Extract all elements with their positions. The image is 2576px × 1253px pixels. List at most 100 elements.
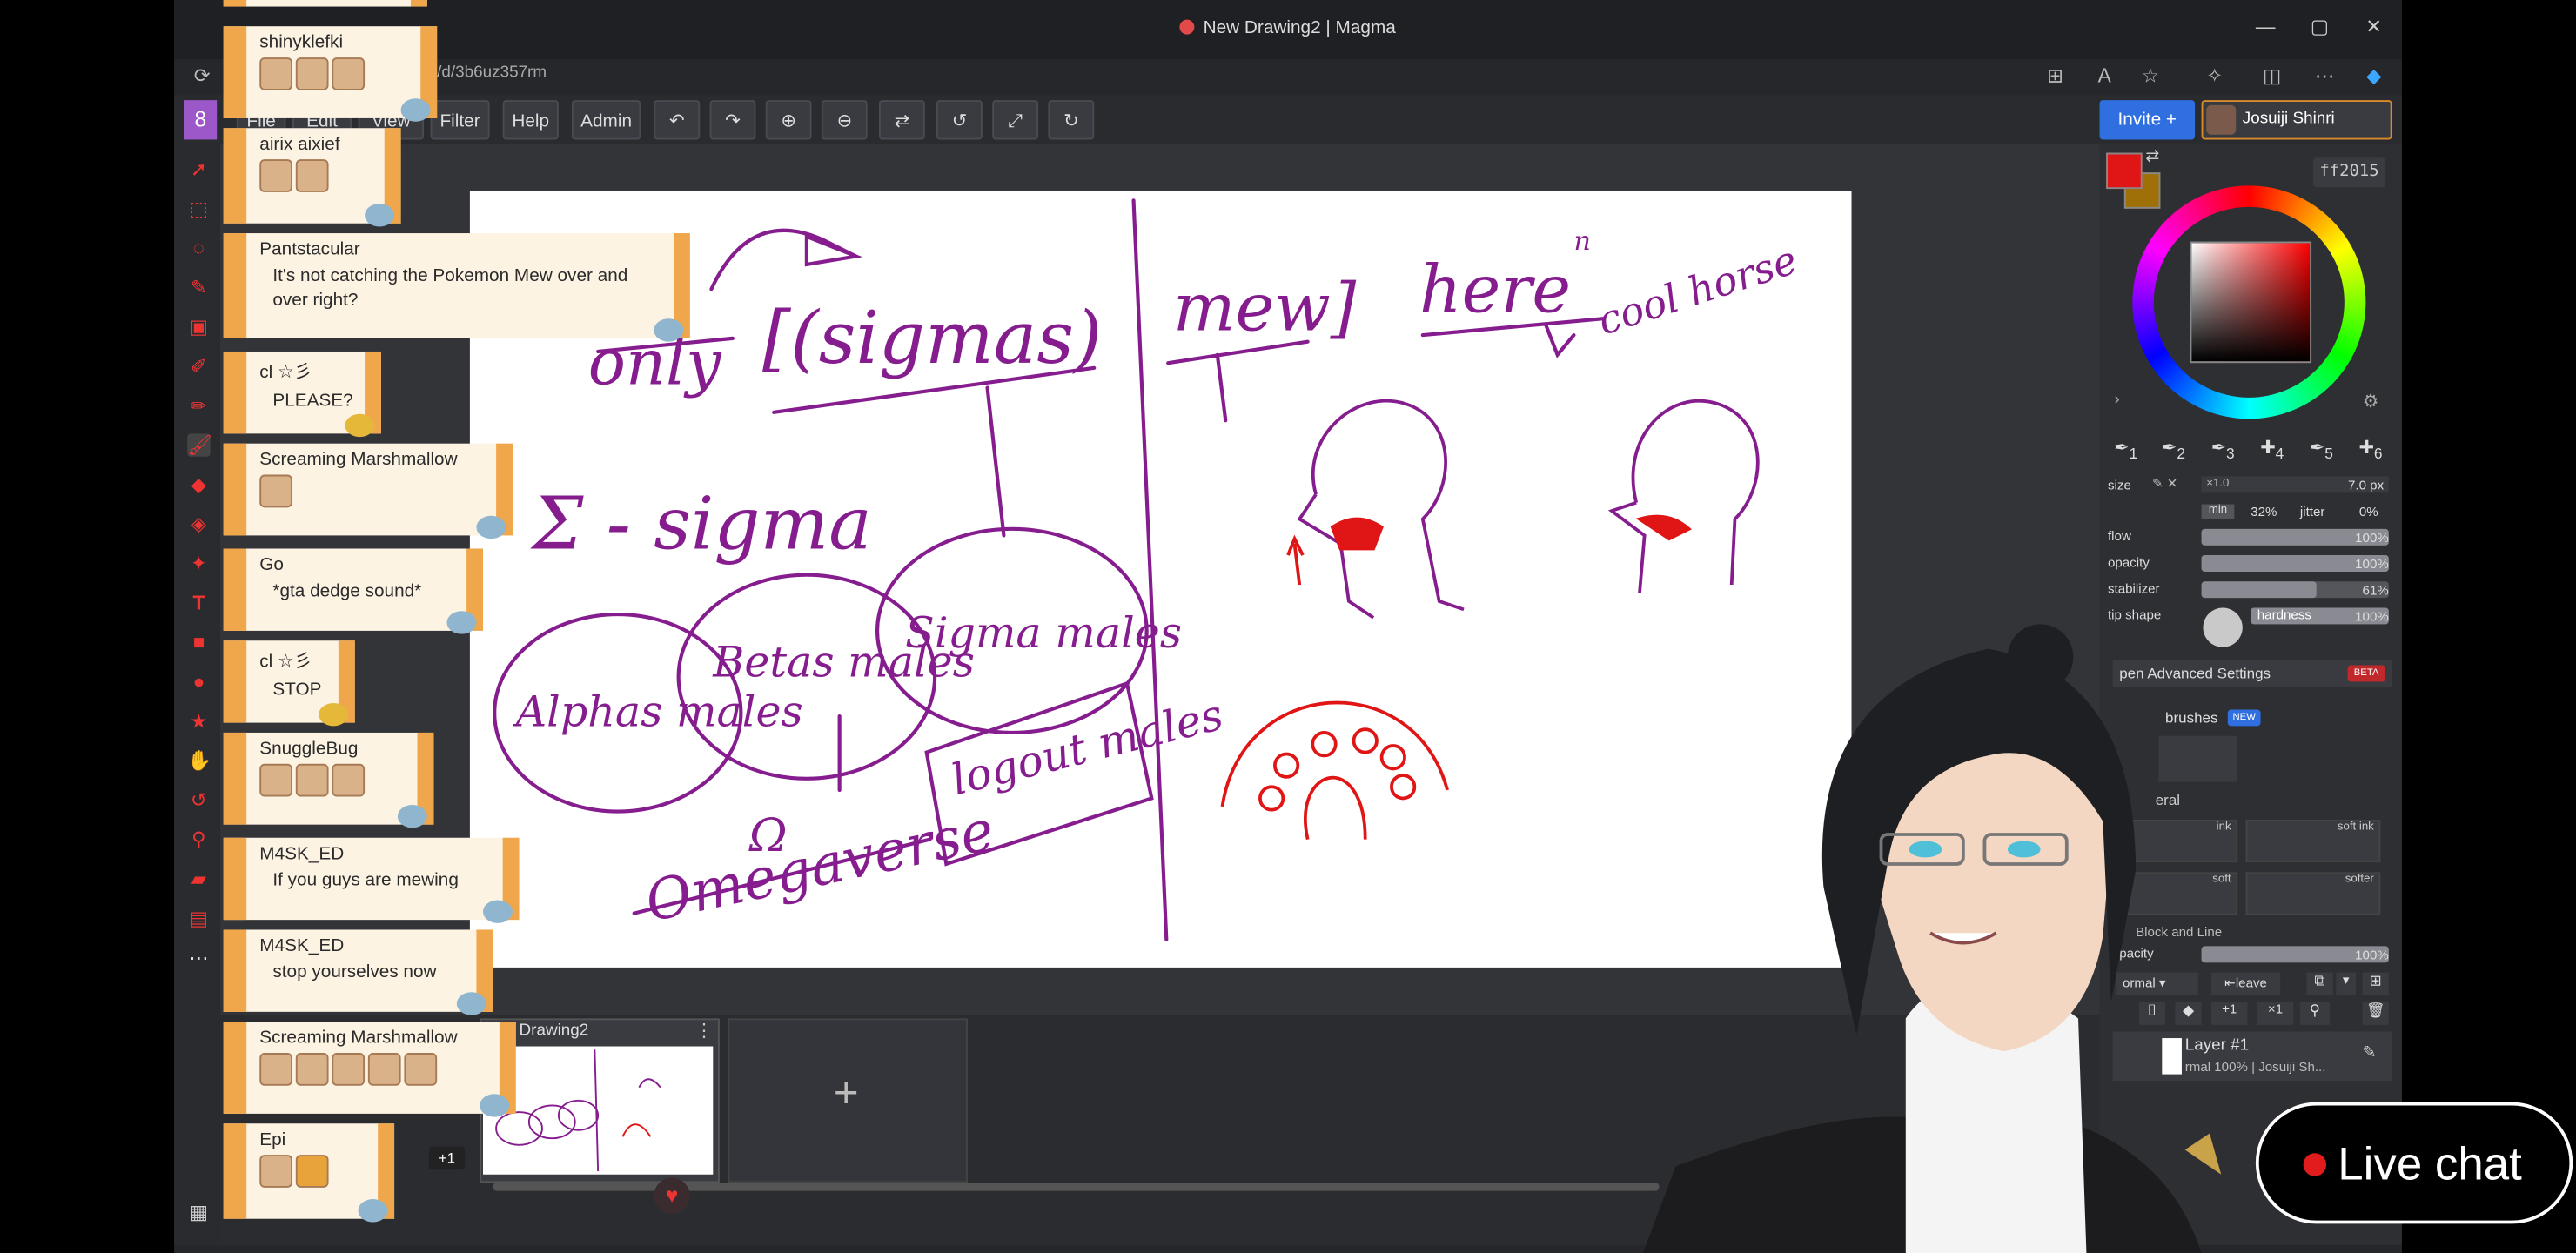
copilot-icon[interactable]: ◆ bbox=[2359, 64, 2389, 87]
pressure-icon[interactable]: ✎ ✕ bbox=[2152, 476, 2178, 491]
badge-icon bbox=[654, 318, 684, 342]
menu-help[interactable]: Help bbox=[502, 100, 559, 140]
close-button[interactable]: ✕ bbox=[2358, 15, 2391, 37]
size-slider[interactable]: ×1.0 7.0 px bbox=[2201, 476, 2389, 493]
more-icon[interactable]: ⋯ bbox=[2310, 64, 2339, 87]
jitter-value[interactable]: 0% bbox=[2359, 505, 2378, 519]
eyedropper-tool-icon[interactable]: ✐ bbox=[187, 355, 210, 378]
select-lasso-tool-icon[interactable]: ◌ bbox=[187, 237, 210, 259]
chat-message: Screaming Marshmallow bbox=[223, 1022, 516, 1117]
tool-rail: ➚ ⬚ ◌ ✎ ▣ ✐ ✏ 🖌 ◆ ◈ ✦ T ■ ● ★ ✋ ↺ ⚲ ▰ ▤ … bbox=[174, 144, 220, 1245]
perspective-tool-icon[interactable]: ▤ bbox=[187, 907, 210, 929]
tooth-3 bbox=[1311, 731, 1338, 758]
hex-input[interactable]: ff2015 bbox=[2312, 157, 2386, 188]
live-chat-button[interactable]: Live chat bbox=[2255, 1102, 2573, 1224]
swap-colors-icon[interactable]: ⇄ bbox=[2145, 148, 2159, 166]
left-mouth bbox=[1330, 517, 1384, 551]
zoom-tool-icon[interactable]: ⚲ bbox=[187, 828, 210, 850]
add-drawing-button[interactable]: + bbox=[728, 1068, 964, 1119]
brush-slot-1[interactable]: ✒1 bbox=[2106, 431, 2145, 467]
edit-layer-icon[interactable]: ✎ bbox=[2363, 1045, 2377, 1063]
badge-icon bbox=[446, 611, 477, 634]
stabilizer-label: stabilizer bbox=[2107, 581, 2160, 597]
duplicate-layer-icon[interactable]: ⧉ bbox=[2306, 972, 2333, 995]
emote-icon bbox=[295, 1053, 329, 1086]
app-icon[interactable]: ⊞ bbox=[2041, 64, 2070, 87]
expand-chevron-icon[interactable]: › bbox=[2115, 391, 2120, 409]
address-bar[interactable]: ⟳ /d/3b6uz357rm ⊞ A ☆ ✧ ◫ ⋯ ◆ bbox=[174, 58, 2402, 92]
filmstrip-icon[interactable]: ▦ bbox=[187, 1201, 210, 1223]
refresh-icon[interactable]: ↻ bbox=[1048, 100, 1095, 140]
heart-icon[interactable]: ♥ bbox=[654, 1177, 690, 1215]
thumbnail-menu-icon[interactable]: ⋮ bbox=[695, 1020, 714, 1042]
brush-tool-icon[interactable]: 🖌 bbox=[187, 433, 212, 457]
user-chip[interactable]: Josuiji Shinri bbox=[2201, 100, 2392, 140]
comment-tool-icon[interactable]: ▰ bbox=[187, 868, 210, 890]
add-layer-icon[interactable]: ⊞ bbox=[2362, 972, 2389, 995]
menu-filter[interactable]: Filter bbox=[430, 100, 490, 140]
read-aloud-icon[interactable]: A bbox=[2090, 64, 2119, 87]
tooth-6 bbox=[1390, 774, 1417, 801]
tooth-2 bbox=[1273, 752, 1300, 779]
min-value[interactable]: 32% bbox=[2251, 505, 2277, 519]
rectangle-tool-icon[interactable]: ■ bbox=[187, 631, 210, 653]
chat-user-name: Screaming Marshmallow bbox=[259, 450, 458, 470]
layer-menu-icon[interactable]: ▾ bbox=[2336, 972, 2357, 995]
reload-icon[interactable]: ⟳ bbox=[187, 64, 217, 87]
brush-slot-3[interactable]: ✒3 bbox=[2203, 431, 2242, 467]
search-icon[interactable]: ⚲ bbox=[2299, 1002, 2330, 1025]
url-text[interactable]: /d/3b6uz357rm bbox=[437, 64, 547, 83]
zoom-out-icon[interactable]: ⊖ bbox=[821, 100, 868, 140]
saturation-value-picker[interactable] bbox=[2190, 241, 2312, 364]
text-tool-icon[interactable]: T bbox=[187, 592, 210, 614]
redo-icon[interactable]: ↷ bbox=[709, 100, 756, 140]
layer-opacity-value: 100% bbox=[2355, 948, 2389, 963]
brush-slot-2[interactable]: ✒2 bbox=[2154, 431, 2193, 467]
emote-icon bbox=[295, 159, 329, 192]
fullscreen-icon[interactable]: ⤢ bbox=[992, 100, 1039, 140]
menu-admin[interactable]: Admin bbox=[571, 100, 641, 140]
mew-arrow bbox=[1215, 352, 1228, 423]
ellipse-tool-icon[interactable]: ● bbox=[187, 670, 210, 693]
online-count-badge[interactable]: 8 bbox=[184, 100, 218, 140]
chat-user-name: M4SK_ED bbox=[259, 844, 345, 864]
brush-slot-5[interactable]: ✒5 bbox=[2302, 431, 2341, 467]
minimize-button[interactable]: — bbox=[2249, 15, 2282, 37]
maximize-button[interactable]: ▢ bbox=[2304, 15, 2337, 37]
zoom-in-icon[interactable]: ⊕ bbox=[765, 100, 812, 140]
right-mouth bbox=[1635, 514, 1692, 541]
star-tool-icon[interactable]: ★ bbox=[187, 710, 210, 733]
move-tool-icon[interactable]: ➚ bbox=[187, 157, 210, 180]
select-rect-tool-icon[interactable]: ⬚ bbox=[187, 198, 210, 220]
invite-button[interactable]: Invite + bbox=[2099, 100, 2196, 140]
avatar bbox=[2206, 104, 2237, 135]
pen-tool-icon[interactable]: ✎ bbox=[187, 276, 210, 298]
more-tools-icon[interactable]: ⋯ bbox=[187, 946, 210, 968]
emote-icon bbox=[259, 1155, 293, 1188]
rotate-view-tool-icon[interactable]: ↺ bbox=[187, 788, 210, 811]
crop-tool-icon[interactable]: ▣ bbox=[187, 315, 210, 338]
primary-color-swatch[interactable] bbox=[2106, 152, 2143, 190]
rotate-icon[interactable]: ↺ bbox=[936, 100, 983, 140]
split-screen-icon[interactable]: ◫ bbox=[2257, 64, 2287, 87]
eraser-tool-icon[interactable]: ◆ bbox=[187, 473, 210, 496]
brush-slot-4[interactable]: ✚4 bbox=[2252, 431, 2291, 467]
pencil-tool-icon[interactable]: ✏ bbox=[187, 394, 210, 417]
undo-icon[interactable]: ↶ bbox=[654, 100, 701, 140]
chat-message: M4SK_ED stop yourselves now bbox=[223, 929, 493, 1015]
trash-icon[interactable]: 🗑 bbox=[2362, 1002, 2389, 1025]
sketch-text-sigma: Σ - sigma bbox=[530, 482, 872, 566]
flip-icon[interactable]: ⇄ bbox=[878, 100, 925, 140]
extensions-icon[interactable]: ✧ bbox=[2200, 64, 2230, 87]
sketch-text-logout: logout males bbox=[947, 689, 1228, 805]
chat-message: Pantstacular It's not catching the Pokem… bbox=[223, 233, 690, 342]
head-left-face bbox=[1297, 493, 1375, 620]
gear-icon[interactable]: ⚙ bbox=[2363, 391, 2379, 412]
hand-tool-icon[interactable]: ✋ bbox=[187, 749, 211, 772]
chat-user-name: Screaming Marshmallow bbox=[259, 1028, 458, 1049]
fill-tool-icon[interactable]: ◈ bbox=[187, 513, 210, 535]
brush-slot-6[interactable]: ✚6 bbox=[2351, 431, 2390, 467]
smudge-tool-icon[interactable]: ✦ bbox=[187, 552, 210, 574]
sketch-text-mew: mew] bbox=[1173, 269, 1357, 345]
favorite-icon[interactable]: ☆ bbox=[2136, 64, 2165, 87]
